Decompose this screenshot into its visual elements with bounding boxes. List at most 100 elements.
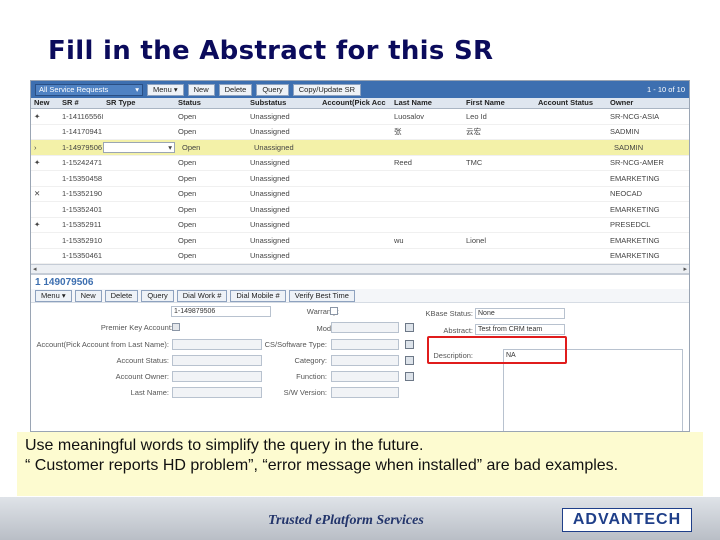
cs-software-field[interactable] <box>331 339 399 350</box>
form-new-button[interactable]: New <box>74 289 102 302</box>
abstract-field[interactable]: Test from CRM team <box>475 324 565 335</box>
form-body: SR #: 1-149879506 Warranty: KBase Status… <box>31 303 689 431</box>
kbase-status-field[interactable]: None <box>475 308 565 319</box>
cell-substatus: Unassigned <box>250 251 290 261</box>
kbase-status-label: KBase Status: <box>425 309 473 318</box>
cell-owner: EMARKETING <box>610 173 660 183</box>
form-delete-button[interactable]: Delete <box>104 289 139 302</box>
cell-sr[interactable]: 1-15352910 <box>59 236 103 245</box>
col-account-status[interactable]: Account Status <box>535 98 607 108</box>
new-button[interactable]: New <box>187 83 215 96</box>
form-query-button[interactable]: Query <box>141 289 174 302</box>
sw-version-label: S/W Version: <box>283 388 327 397</box>
table-row[interactable]: 1-15352401 Open Unassigned EMARKETING <box>31 202 689 218</box>
table-row[interactable]: 1-15352910 Open Unassigned wu Lionel EMA… <box>31 233 689 249</box>
cell-owner: SADMIN <box>610 127 640 137</box>
cell-substatus: Unassigned <box>250 204 290 214</box>
col-new[interactable]: New <box>31 98 59 108</box>
cell-sr[interactable]: 1-15242471 <box>59 158 103 167</box>
horizontal-scrollbar[interactable]: ◂ ▸ <box>31 264 689 273</box>
table-row[interactable]: ✦ 1-15242471 Open Unassigned Reed TMC SR… <box>31 156 689 171</box>
cell-status: Open <box>178 251 197 261</box>
cell-sr[interactable]: 1-15352190 <box>59 189 103 198</box>
dial-mobile-button[interactable]: Dial Mobile # <box>230 289 286 302</box>
cell-owner: PRESEDCL <box>610 220 651 230</box>
menu-button[interactable]: Menu ▾ <box>147 83 184 96</box>
cell-last-name: wu <box>394 235 404 245</box>
scroll-left-icon[interactable]: ◂ <box>33 265 37 273</box>
cell-substatus: Unassigned <box>250 220 290 230</box>
cell-owner: EMARKETING <box>610 251 660 261</box>
caption-line-1: Use meaningful words to simplify the que… <box>25 437 424 454</box>
verify-best-time-button[interactable]: Verify Best Time <box>288 289 355 302</box>
row-marker-icon: ✦ <box>34 158 41 168</box>
cell-sr[interactable]: 1-15352401 <box>59 205 103 214</box>
chevron-down-icon: ▾ <box>135 85 139 94</box>
cell-substatus: Unassigned <box>254 142 294 152</box>
cs-software-picker-icon[interactable] <box>405 340 414 349</box>
form-toolbar: Menu ▾ New Delete Query Dial Work # Dial… <box>31 289 689 303</box>
col-sr-type[interactable]: SR Type <box>103 98 175 108</box>
cell-sr[interactable]: 1-14170941 <box>59 127 103 136</box>
cell-owner: EMARKETING <box>610 235 660 245</box>
row-marker-icon: ✦ <box>34 220 41 230</box>
cell-status: Open <box>182 142 201 152</box>
cell-status: Open <box>178 235 197 245</box>
category-field[interactable] <box>331 355 399 366</box>
delete-button[interactable]: Delete <box>218 83 253 96</box>
function-field[interactable] <box>331 371 399 382</box>
col-status[interactable]: Status <box>175 98 247 108</box>
table-row[interactable]: ✕ 1-15352190 Open Unassigned NEOCAD <box>31 187 689 202</box>
cell-substatus: Unassigned <box>250 189 290 199</box>
account-status-label: Account Status: <box>116 356 169 365</box>
table-row-selected[interactable]: › 1-14979506 ▾ Open Unassigned SADMIN <box>31 140 689 156</box>
cell-sr[interactable]: 1-15350458 <box>59 174 103 183</box>
table-row[interactable]: 1-15350458 Open Unassigned EMARKETING <box>31 171 689 187</box>
table-row[interactable]: 1-14170941 Open Unassigned 张 云宏 SADMIN <box>31 125 689 140</box>
col-first-name[interactable]: First Name <box>463 98 535 108</box>
copy-update-button[interactable]: Copy/Update SR <box>292 83 362 96</box>
premier-key-checkbox[interactable] <box>172 323 180 331</box>
slide-title: Fill in the Abstract for this SR <box>48 36 494 66</box>
list-toolbar: All Service Requests ▾ Menu ▾ New Delete … <box>31 81 689 98</box>
sw-version-field[interactable] <box>331 387 399 398</box>
row-marker-icon: ✕ <box>34 189 41 199</box>
table-row[interactable]: 1-15350461 Open Unassigned EMARKETING <box>31 249 689 264</box>
cell-owner: SADMIN <box>614 142 644 152</box>
table-row[interactable]: ✦ 1-141165568 Open Unassigned Luosalov L… <box>31 109 689 125</box>
form-menu-button[interactable]: Menu ▾ <box>35 289 72 302</box>
model-label: Model: <box>316 324 339 333</box>
cell-sr[interactable]: 1-15352911 <box>59 220 103 229</box>
cell-type-dropdown[interactable]: ▾ <box>103 141 175 153</box>
col-substatus[interactable]: Substatus <box>247 98 319 108</box>
query-button[interactable]: Query <box>256 83 289 96</box>
cell-last-name: Luosalov <box>394 111 425 121</box>
col-account[interactable]: Account(Pick Acc <box>319 98 391 108</box>
table-row[interactable]: ✦ 1-15352911 Open Unassigned PRESEDCL <box>31 218 689 233</box>
view-select-label: All Service Requests <box>39 85 109 94</box>
cell-sr[interactable]: 1-15350461 <box>59 251 103 260</box>
row-marker-icon: ✦ <box>34 111 41 121</box>
cell-substatus: Unassigned <box>250 127 290 137</box>
form-record-title: 1 149079506 <box>35 276 94 288</box>
warranty-checkbox[interactable] <box>330 307 338 315</box>
form-header: 1 149079506 <box>31 273 689 289</box>
col-last-name[interactable]: Last Name <box>391 98 463 108</box>
scroll-right-icon[interactable]: ▸ <box>683 265 687 273</box>
sr-field[interactable]: 1-149879506 <box>171 306 271 317</box>
dial-work-button[interactable]: Dial Work # <box>176 289 228 302</box>
view-select[interactable]: All Service Requests ▾ <box>35 83 143 96</box>
category-label: Category: <box>294 356 327 365</box>
function-picker-icon[interactable] <box>405 372 414 381</box>
cell-status: Open <box>178 127 197 137</box>
cell-sr[interactable]: 1-141165568 <box>59 112 103 121</box>
col-owner[interactable]: Owner <box>607 98 679 108</box>
cell-owner: NEOCAD <box>610 189 643 199</box>
last-name-label: Last Name: <box>130 388 169 397</box>
model-field[interactable] <box>331 322 399 333</box>
cell-sr[interactable]: 1-14979506 <box>59 143 103 152</box>
cell-owner: EMARKETING <box>610 204 660 214</box>
category-picker-icon[interactable] <box>405 356 414 365</box>
col-sr[interactable]: SR # <box>59 98 103 108</box>
crm-window: All Service Requests ▾ Menu ▾ New Delete … <box>30 80 690 432</box>
